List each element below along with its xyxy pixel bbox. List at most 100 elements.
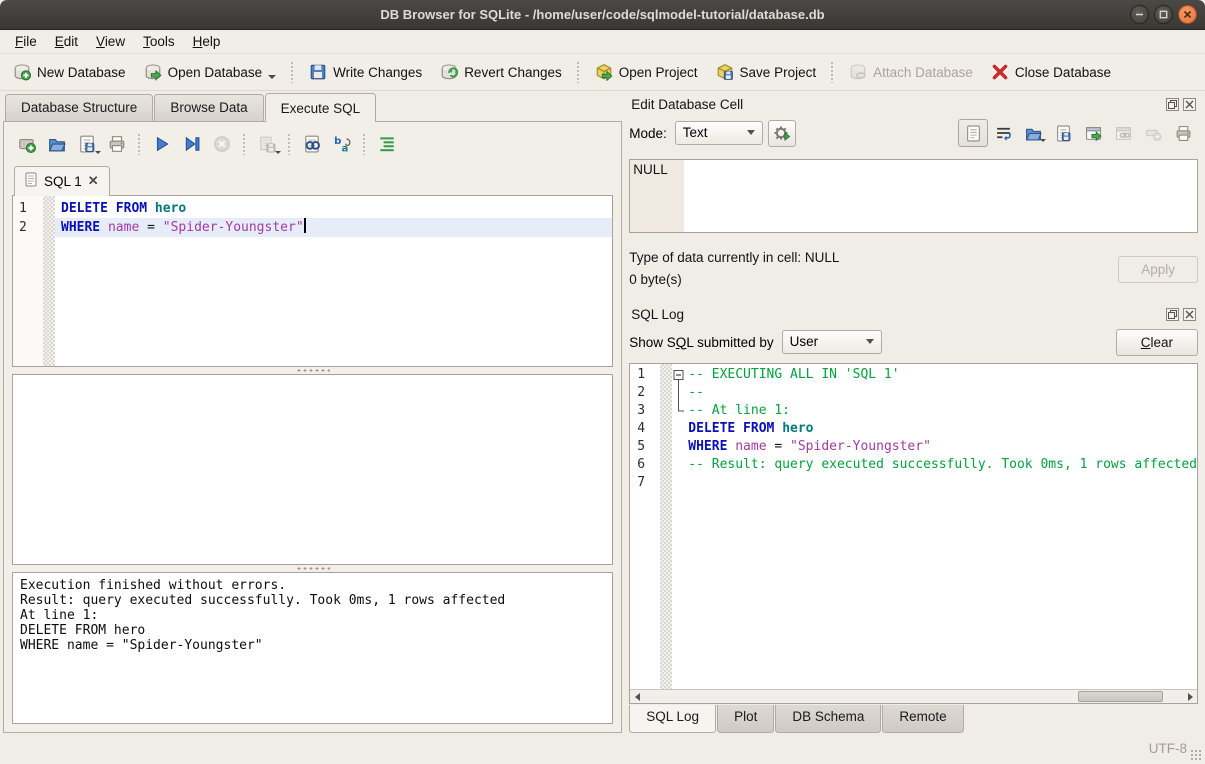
- svg-text:a: a: [341, 143, 348, 153]
- right-dock: Edit Database Cell Mode: Text: [625, 91, 1205, 733]
- sql-log-float-icon[interactable]: [1166, 308, 1179, 321]
- chevron-down-icon[interactable]: [1040, 139, 1046, 142]
- editor-line-2[interactable]: WHERE name = "Spider-Youngster": [55, 218, 612, 237]
- format-sql-button[interactable]: [372, 131, 402, 158]
- chevron-down-icon[interactable]: [275, 151, 281, 154]
- open-external-button[interactable]: [1078, 119, 1108, 147]
- sql-editor[interactable]: 12 DELETE FROM heroWHERE name = "Spider-…: [12, 195, 613, 367]
- word-wrap-button[interactable]: [988, 119, 1018, 147]
- results-grid[interactable]: [12, 374, 613, 565]
- write-changes-button[interactable]: Write Changes: [300, 58, 431, 86]
- export-data-button[interactable]: [1048, 119, 1078, 147]
- tab-browse-data[interactable]: Browse Data: [154, 94, 263, 121]
- open-database-icon: [144, 63, 162, 81]
- menu-item-view[interactable]: View: [87, 31, 134, 52]
- dock-tab-plot[interactable]: Plot: [717, 705, 774, 733]
- chevron-down-icon[interactable]: [95, 151, 101, 154]
- edit-cell-close-icon[interactable]: [1183, 98, 1196, 111]
- menu-item-tools[interactable]: Tools: [134, 31, 184, 52]
- left-pane: Database StructureBrowse DataExecute SQL…: [0, 91, 622, 733]
- maximize-button[interactable]: [1154, 5, 1173, 24]
- code-token: DELETE FROM: [688, 420, 774, 438]
- show-sql-label: Show SQL submitted by: [629, 335, 773, 350]
- sql-doc-tabbar: SQL 1 ✕: [12, 164, 613, 195]
- execute-sql-panel: ba SQL 1 ✕ 12 DELETE FROM heroWHERE name…: [3, 121, 622, 733]
- apply-button[interactable]: Apply: [1118, 256, 1198, 283]
- toolbar-button-label: Attach Database: [873, 65, 973, 80]
- fold-spacer: [672, 474, 688, 492]
- execute-line-button[interactable]: [177, 131, 207, 158]
- splitter-editor-results[interactable]: [12, 367, 613, 374]
- log-line-1: -- EXECUTING ALL IN 'SQL 1': [672, 366, 1197, 384]
- text-mode-button[interactable]: [958, 119, 988, 147]
- submitted-by-select[interactable]: User: [782, 330, 882, 354]
- print-button[interactable]: [102, 131, 132, 158]
- editor-line-numbers: 12: [13, 196, 43, 366]
- open-sql-file-button[interactable]: [42, 131, 72, 158]
- toolbar-button-label: Close Database: [1015, 65, 1111, 80]
- new-tab-button[interactable]: [12, 131, 42, 158]
- editor-line-1[interactable]: DELETE FROM hero: [55, 199, 612, 218]
- sql-toolbar: ba: [12, 128, 613, 160]
- sql-tab-close-icon[interactable]: ✕: [88, 173, 99, 189]
- stop-button: [207, 131, 237, 158]
- code-token: =: [767, 438, 790, 456]
- dock-tab-db-schema[interactable]: DB Schema: [775, 705, 881, 733]
- splitter-results-messages[interactable]: [12, 565, 613, 572]
- edit-cell-toolbar: [958, 119, 1198, 147]
- sql-log-view[interactable]: 1234567 -- EXECUTING ALL IN 'SQL 1'---- …: [629, 363, 1198, 704]
- cell-value-editor[interactable]: NULL: [629, 159, 1198, 233]
- tab-database-structure[interactable]: Database Structure: [5, 94, 153, 121]
- code-token: WHERE: [61, 220, 100, 235]
- cell-size-text: 0 byte(s): [629, 269, 839, 291]
- auto-switch-mode-button[interactable]: [768, 120, 796, 147]
- code-token: WHERE: [688, 438, 727, 456]
- dock-tab-remote[interactable]: Remote: [882, 705, 963, 733]
- scroll-right-icon[interactable]: [1183, 690, 1197, 703]
- execute-all-button[interactable]: [147, 131, 177, 158]
- editor-code-area[interactable]: DELETE FROM heroWHERE name = "Spider-You…: [55, 196, 612, 366]
- scroll-left-icon[interactable]: [630, 690, 644, 703]
- save-project-button[interactable]: Save Project: [707, 58, 826, 86]
- open-project-button[interactable]: Open Project: [586, 58, 707, 86]
- open-database-button[interactable]: Open Database: [135, 58, 286, 86]
- import-data-button[interactable]: [1018, 119, 1048, 147]
- menu-item-file[interactable]: File: [6, 31, 46, 52]
- code-token: -- EXECUTING ALL IN 'SQL 1': [688, 366, 899, 384]
- print-cell-button[interactable]: [1168, 119, 1198, 147]
- save-results-button: [252, 131, 282, 158]
- close-button[interactable]: [1178, 5, 1197, 24]
- tab-sql-1[interactable]: SQL 1 ✕: [14, 166, 110, 196]
- resize-grip[interactable]: [1190, 749, 1202, 761]
- titlebar[interactable]: DB Browser for SQLite - /home/user/code/…: [0, 0, 1205, 30]
- dock-tab-sql-log[interactable]: SQL Log: [629, 705, 716, 733]
- close-database-button[interactable]: Close Database: [982, 58, 1120, 86]
- toolbar-separator: [830, 61, 835, 83]
- log-line-6: -- Result: query executed successfully. …: [672, 456, 1197, 474]
- edit-cell-dock-header[interactable]: Edit Database Cell: [627, 93, 1200, 115]
- log-horizontal-scrollbar[interactable]: [630, 689, 1197, 703]
- chevron-down-icon[interactable]: [268, 75, 276, 79]
- toolbar-separator: [362, 133, 367, 155]
- find-button[interactable]: [297, 131, 327, 158]
- sql-log-close-icon[interactable]: [1183, 308, 1196, 321]
- toolbar-button-label: New Database: [37, 65, 126, 80]
- minimize-button[interactable]: [1130, 5, 1149, 24]
- edit-cell-float-icon[interactable]: [1166, 98, 1179, 111]
- fold-marker-icon[interactable]: [672, 366, 688, 384]
- encoding-indicator[interactable]: UTF-8: [1149, 741, 1187, 756]
- toolbar-separator: [242, 133, 247, 155]
- text-cursor: [304, 218, 306, 233]
- sql-log-dock-header[interactable]: SQL Log: [627, 303, 1200, 325]
- new-database-button[interactable]: New Database: [4, 58, 135, 86]
- tab-execute-sql[interactable]: Execute SQL: [265, 93, 377, 122]
- revert-changes-button[interactable]: Revert Changes: [431, 58, 571, 86]
- scrollbar-thumb[interactable]: [1078, 691, 1163, 702]
- mode-select[interactable]: Text: [675, 121, 763, 145]
- save-sql-file-button[interactable]: [72, 131, 102, 158]
- menu-item-edit[interactable]: Edit: [46, 31, 87, 52]
- clear-button[interactable]: Clear: [1116, 329, 1198, 356]
- menu-item-help[interactable]: Help: [184, 31, 230, 52]
- fold-spacer: [672, 438, 688, 456]
- replace-button[interactable]: ba: [327, 131, 357, 158]
